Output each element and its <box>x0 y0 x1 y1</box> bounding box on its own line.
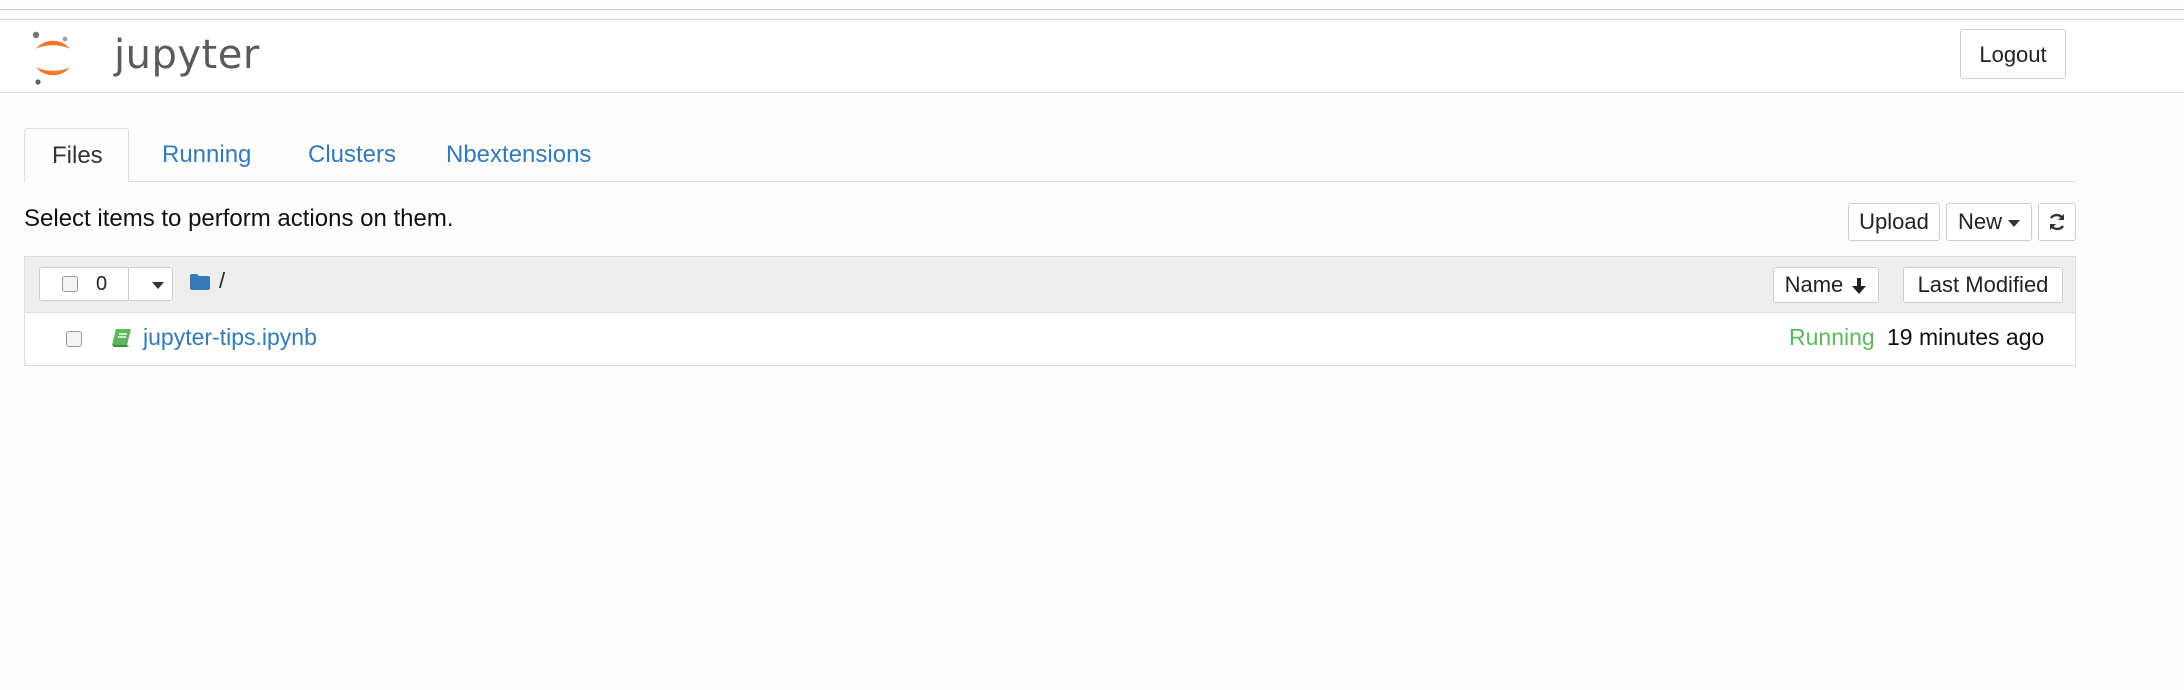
running-status: Running <box>1789 324 1875 350</box>
jupyter-wordmark: jupyter <box>114 32 260 78</box>
caret-down-icon <box>2008 219 2020 227</box>
file-list: 0 / Name Last Modified jupyter-tips.ipyn… <box>24 256 2076 366</box>
window-top-border <box>0 9 2184 10</box>
last-modified-value: 19 minutes ago <box>1887 324 2045 350</box>
tab-nbextensions[interactable]: Nbextensions <box>419 128 618 181</box>
sort-by-last-modified-button[interactable]: Last Modified <box>1903 267 2063 303</box>
notebook-icon <box>112 329 131 347</box>
logout-button[interactable]: Logout <box>1960 29 2066 79</box>
folder-icon[interactable] <box>189 273 211 291</box>
selection-hint: Select items to perform actions on them. <box>24 205 454 232</box>
file-row[interactable]: jupyter-tips.ipynb Running 19 minutes ag… <box>25 313 2075 365</box>
select-all-checkbox[interactable] <box>62 276 78 292</box>
sort-by-name-button[interactable]: Name <box>1773 267 1879 303</box>
refresh-icon <box>2049 213 2065 231</box>
sort-name-label: Name <box>1784 272 1844 297</box>
refresh-button[interactable] <box>2038 203 2076 241</box>
breadcrumb-root[interactable]: / <box>219 268 225 294</box>
select-all-group[interactable]: 0 <box>39 267 173 301</box>
new-dropdown-button[interactable]: New <box>1946 203 2032 241</box>
upload-button[interactable]: Upload <box>1848 203 1940 241</box>
selected-count: 0 <box>96 273 108 295</box>
tab-files[interactable]: Files <box>24 128 129 182</box>
select-group-divider <box>128 268 129 300</box>
header-bar: jupyter Logout <box>0 20 2184 93</box>
select-menu-caret-icon[interactable] <box>152 282 164 289</box>
file-row-checkbox[interactable] <box>66 331 82 347</box>
file-list-header: 0 / Name Last Modified <box>25 257 2075 313</box>
jupyter-logo-icon <box>32 31 70 85</box>
file-name-link[interactable]: jupyter-tips.ipynb <box>143 324 317 351</box>
tab-running[interactable]: Running <box>135 128 278 181</box>
new-button-label: New <box>1957 209 2002 234</box>
jupyter-logo[interactable]: jupyter <box>30 28 259 88</box>
arrow-down-icon <box>1852 278 1867 294</box>
tab-bar: Files Running Clusters Nbextensions <box>24 128 2076 182</box>
tab-clusters[interactable]: Clusters <box>281 128 423 181</box>
